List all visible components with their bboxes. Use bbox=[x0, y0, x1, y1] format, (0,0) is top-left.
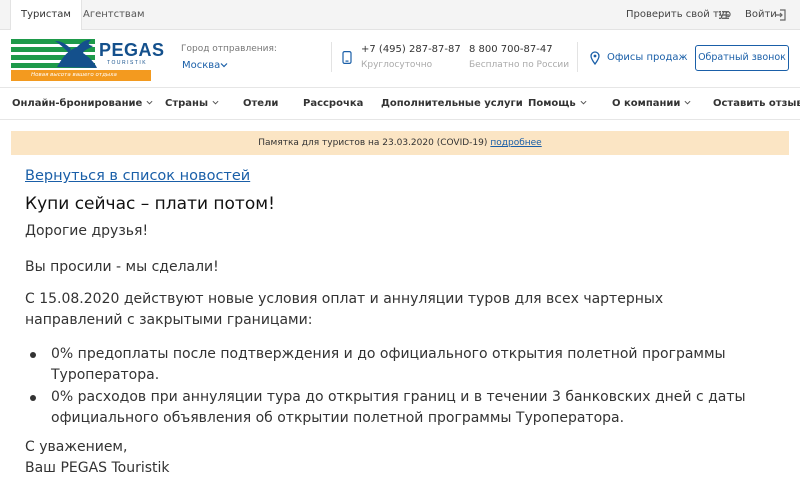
phone-icon bbox=[342, 51, 352, 64]
article-intro: Вы просили - мы сделали! bbox=[25, 259, 219, 275]
offices-link[interactable]: Офисы продаж bbox=[607, 52, 688, 63]
logo-slogan: Новая высота вашего отдыха bbox=[11, 70, 151, 81]
main-nav: Онлайн-бронирование Страны Отели Рассроч… bbox=[0, 88, 800, 120]
divider bbox=[331, 42, 332, 72]
nav-item-extra-services[interactable]: Дополнительные услуги bbox=[381, 88, 523, 120]
covid-notice: Памятка для туристов на 23.03.2020 (COVI… bbox=[11, 131, 789, 155]
nav-item-help[interactable]: Помощь bbox=[528, 88, 587, 120]
bullet-dot bbox=[30, 395, 36, 401]
nav-item-installment[interactable]: Рассрочка bbox=[303, 88, 363, 120]
login-icon[interactable] bbox=[775, 9, 787, 21]
tab-agencies[interactable]: Агентствам bbox=[73, 0, 155, 30]
top-bar: Туристам Агентствам Проверить свой тур В… bbox=[0, 0, 800, 31]
article-title: Купи сейчас – плати потом! bbox=[25, 194, 275, 214]
nav-item-feedback[interactable]: Оставить отзыв bbox=[713, 88, 800, 120]
map-pin-icon[interactable] bbox=[590, 51, 600, 65]
phone-free[interactable]: 8 800 700-87-47 bbox=[469, 44, 553, 55]
nav-item-hotels[interactable]: Отели bbox=[243, 88, 278, 120]
chevron-down-icon[interactable] bbox=[220, 61, 228, 69]
site-header: PEGAS TOURISTIK Новая высота вашего отды… bbox=[0, 30, 800, 88]
nav-item-countries[interactable]: Страны bbox=[165, 88, 219, 120]
phone-moscow[interactable]: +7 (495) 287-87-87 bbox=[361, 44, 461, 55]
city-selector[interactable]: Москва bbox=[182, 60, 220, 71]
chevron-down-icon bbox=[684, 100, 691, 105]
conditions-list: 0% предоплаты после подтверждения и до о… bbox=[30, 344, 751, 430]
list-icon[interactable] bbox=[719, 11, 729, 19]
login-link[interactable]: Войти bbox=[745, 0, 777, 30]
divider bbox=[577, 42, 578, 72]
notice-text: Памятка для туристов на 23.03.2020 (COVI… bbox=[258, 138, 488, 148]
pegas-logo[interactable]: PEGAS TOURISTIK Новая высота вашего отды… bbox=[11, 37, 164, 81]
article-signature: Ваш PEGAS Touristik bbox=[25, 460, 170, 476]
article-lead: С 15.08.2020 действуют новые условия опл… bbox=[25, 291, 664, 328]
logo-brand-sub: TOURISTIK bbox=[107, 60, 148, 66]
chevron-down-icon bbox=[580, 100, 587, 105]
article-regards: С уважением, bbox=[25, 439, 128, 455]
phone-moscow-note: Круглосуточно bbox=[361, 60, 433, 70]
back-to-news-link[interactable]: Вернуться в список новостей bbox=[25, 168, 250, 184]
article-greeting: Дорогие друзья! bbox=[25, 223, 149, 239]
nav-item-about[interactable]: О компании bbox=[612, 88, 691, 120]
list-item: 0% предоплаты после подтверждения и до о… bbox=[30, 344, 751, 386]
notice-more-link[interactable]: подробнее bbox=[490, 138, 541, 148]
callback-button[interactable]: Обратный звонок bbox=[695, 45, 789, 71]
chevron-down-icon bbox=[146, 100, 153, 105]
tab-tourists[interactable]: Туристам bbox=[10, 0, 82, 31]
logo-brand: PEGAS bbox=[99, 40, 165, 60]
check-tour-link[interactable]: Проверить свой тур bbox=[626, 0, 731, 30]
chevron-down-icon bbox=[212, 100, 219, 105]
phone-free-note: Бесплатно по России bbox=[469, 60, 570, 70]
nav-item-online-booking[interactable]: Онлайн-бронирование bbox=[12, 88, 153, 120]
list-item: 0% расходов при аннуляции тура до открыт… bbox=[30, 387, 751, 429]
bullet-dot bbox=[30, 352, 36, 358]
city-label: Город отправления: bbox=[181, 44, 277, 54]
